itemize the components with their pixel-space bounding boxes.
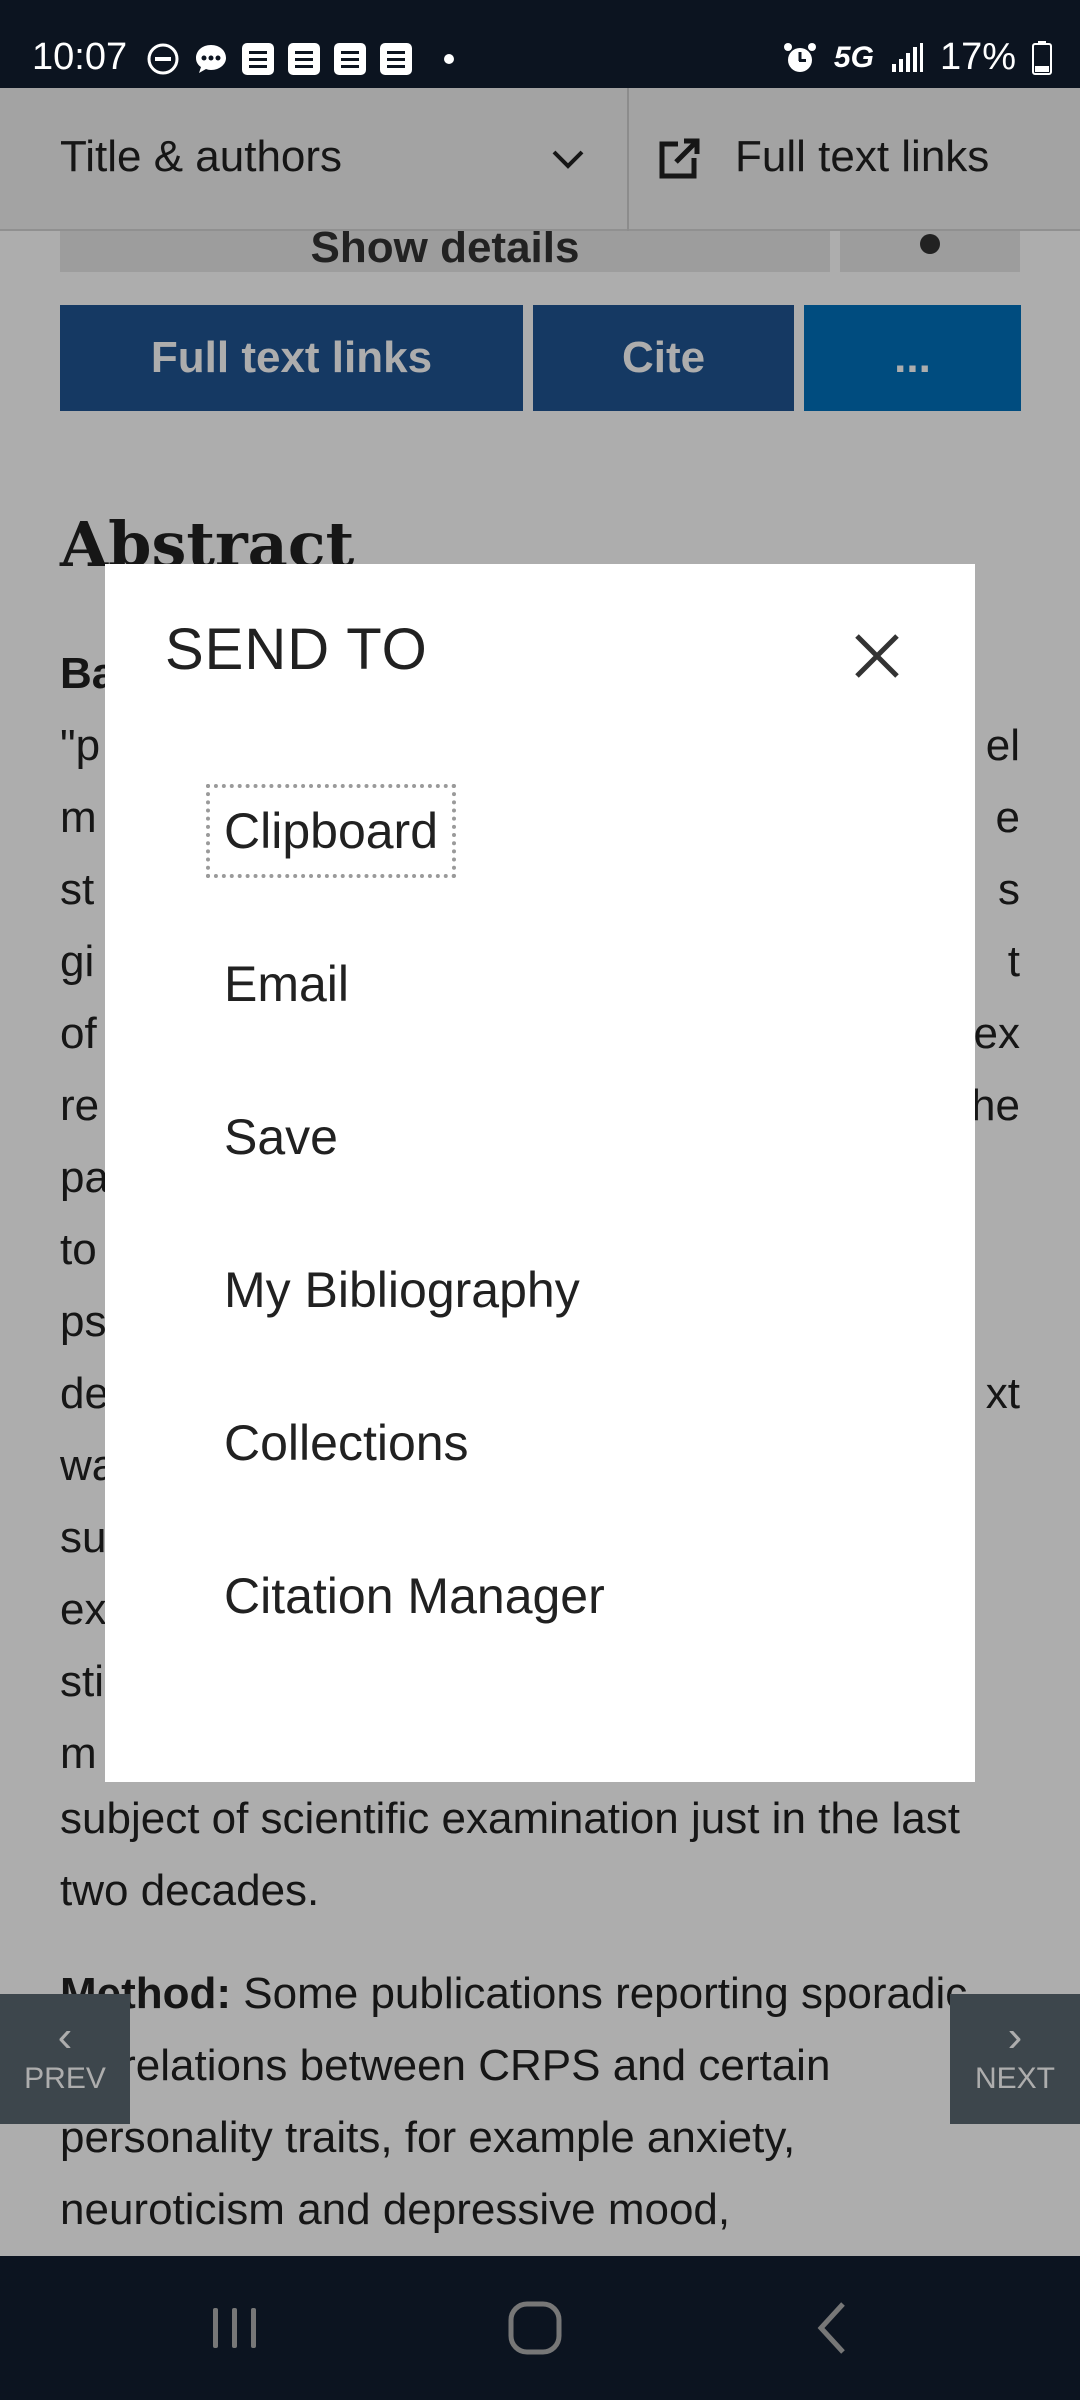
send-to-dialog: SEND TO Clipboard Email Save My Bibliogr… [105, 564, 975, 1782]
back-icon[interactable] [805, 2298, 865, 2358]
notes-icon [242, 43, 274, 75]
option-collections[interactable]: Collections [210, 1400, 483, 1486]
home-icon[interactable] [505, 2298, 565, 2358]
dot-icon [444, 54, 454, 64]
close-icon[interactable] [845, 624, 909, 688]
option-clipboard[interactable]: Clipboard [205, 784, 457, 878]
option-citation-manager[interactable]: Citation Manager [210, 1553, 619, 1639]
chat-icon [196, 45, 226, 73]
system-navigation-bar [0, 2256, 1080, 2400]
status-right: 5G 17% [782, 36, 1052, 79]
battery-icon [1032, 40, 1052, 75]
status-bar: 10:07 5G 17% [0, 0, 1080, 88]
status-time: 10:07 [32, 36, 128, 78]
notes-icon [380, 43, 412, 75]
network-label: 5G [833, 40, 874, 74]
do-not-disturb-icon [147, 43, 179, 75]
notes-icon [288, 43, 320, 75]
dialog-title: SEND TO [165, 617, 428, 682]
notes-icon [334, 43, 366, 75]
option-my-bibliography[interactable]: My Bibliography [210, 1247, 594, 1333]
option-save[interactable]: Save [210, 1094, 352, 1180]
alarm-icon [783, 42, 816, 72]
option-email[interactable]: Email [210, 941, 363, 1027]
battery-percent: 17% [939, 36, 1016, 78]
signal-icon [891, 42, 923, 72]
recent-apps-icon[interactable] [205, 2298, 265, 2358]
notification-icons [146, 42, 454, 76]
